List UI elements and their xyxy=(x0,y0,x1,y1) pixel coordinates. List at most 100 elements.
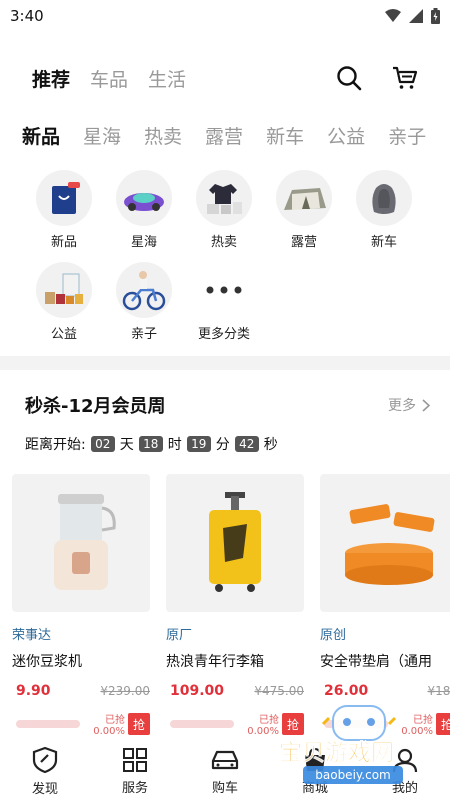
status-time: 3:40 xyxy=(10,7,44,25)
category-tab-new-car[interactable]: 新车 xyxy=(266,122,304,152)
nav-discover[interactable]: 发现 xyxy=(10,746,80,797)
grid-item-new[interactable]: 新品 xyxy=(36,170,92,250)
tent-icon xyxy=(284,188,326,210)
nav-label: 服务 xyxy=(121,780,148,796)
more-dots-icon xyxy=(206,286,242,294)
grid-label: 公益 xyxy=(50,327,77,342)
grab-progress-text: 已抢0.00% xyxy=(93,715,125,737)
flash-sale-title: 秒杀-12月会员周 xyxy=(25,396,166,417)
nav-label: 我的 xyxy=(391,780,418,796)
grid-label: 露营 xyxy=(290,235,317,250)
product-card[interactable]: 原厂 热浪青年行李箱 109.00 ¥475.00 已抢0.00% 抢 xyxy=(166,474,304,744)
countdown-prefix: 距离开始: xyxy=(25,437,86,453)
category-tabs: 新品 星海 热卖 露营 新车 公益 亲子 xyxy=(22,122,450,152)
grid-item-xinghai[interactable]: 星海 xyxy=(116,170,172,250)
nav-mall[interactable]: 商城 xyxy=(280,747,350,796)
chevron-right-icon xyxy=(422,398,430,412)
tab-life[interactable]: 生活 xyxy=(148,65,186,92)
product-brand: 原厂 xyxy=(166,628,193,643)
product-name: 热浪青年行李箱 xyxy=(166,654,264,670)
tab-car-products[interactable]: 车品 xyxy=(90,65,128,92)
shield-icon xyxy=(32,746,58,773)
product-brand: 原创 xyxy=(320,628,347,643)
battery-icon xyxy=(431,8,440,24)
grid-label: 热卖 xyxy=(210,235,237,250)
grab-progress-text: 已抢0.00% xyxy=(247,715,279,737)
product-price: 9.90 xyxy=(16,683,51,699)
grab-progress-text: 已抢0.00% xyxy=(401,715,433,737)
grab-button[interactable]: 抢 xyxy=(128,713,150,735)
car-model-icon xyxy=(124,193,164,211)
user-icon xyxy=(392,748,418,772)
kids-bike-icon xyxy=(122,271,166,311)
mall-icon xyxy=(305,747,325,771)
product-name: 迷你豆浆机 xyxy=(12,654,82,670)
grid-item-family[interactable]: 亲子 xyxy=(116,262,172,342)
grid-label: 亲子 xyxy=(130,327,157,342)
nav-service[interactable]: 服务 xyxy=(100,747,170,796)
product-brand: 荣事达 xyxy=(12,628,52,643)
shopping-bag-icon xyxy=(52,182,80,214)
suitcase-image xyxy=(209,492,261,592)
more-link[interactable]: 更多 xyxy=(388,395,430,415)
product-image xyxy=(166,474,304,612)
car-icon xyxy=(211,750,239,769)
more-label: 更多 xyxy=(388,398,416,414)
nav-label: 购车 xyxy=(211,780,238,796)
tab-recommend[interactable]: 推荐 xyxy=(32,65,70,92)
nav-label: 商城 xyxy=(301,780,328,796)
countdown-hours: 18 xyxy=(138,436,163,452)
category-tab-xinghai[interactable]: 星海 xyxy=(83,122,121,152)
nav-buy-car[interactable]: 购车 xyxy=(190,747,260,796)
bottom-nav: 发现 服务 购车 商城 我的 xyxy=(0,742,450,800)
grid-icon xyxy=(123,747,147,772)
flash-sale-products: 荣事达 迷你豆浆机 9.90 ¥239.00 已抢0.00% 抢 原厂 热浪青年… xyxy=(12,474,450,744)
product-original-price: ¥187 xyxy=(427,684,450,698)
search-icon[interactable] xyxy=(336,65,362,91)
grid-item-more-categories[interactable]: 更多分类 xyxy=(196,262,252,342)
category-tab-hot[interactable]: 热卖 xyxy=(144,122,182,152)
grid-label: 更多分类 xyxy=(197,327,250,342)
nav-label: 发现 xyxy=(31,781,58,797)
grab-progress-bar xyxy=(170,720,234,728)
product-card[interactable]: 原创 安全带垫肩（通用 26.00 ¥187 已抢0.00% 抢 xyxy=(320,474,450,744)
grid-item-camping[interactable]: 露营 xyxy=(276,170,332,250)
countdown-minutes: 19 xyxy=(186,436,211,452)
category-tab-charity[interactable]: 公益 xyxy=(327,122,365,152)
grab-progress-bar xyxy=(324,720,388,728)
shoulder-pad-image xyxy=(345,504,435,585)
top-nav: 推荐 车品 生活 xyxy=(32,60,418,96)
countdown-minutes-unit: 分 xyxy=(215,437,230,453)
product-image xyxy=(320,474,450,612)
flash-sale-header: 秒杀-12月会员周 更多 xyxy=(25,392,430,418)
grid-item-new-car[interactable]: 新车 xyxy=(356,170,412,250)
category-tab-camping[interactable]: 露营 xyxy=(205,122,243,152)
category-grid: 新品 星海 热卖 露营 新车 公益 亲子 更多分类 xyxy=(36,170,436,342)
product-price: 109.00 xyxy=(170,683,225,699)
nav-mine[interactable]: 我的 xyxy=(370,747,440,796)
wifi-icon xyxy=(385,9,401,22)
grid-label: 星海 xyxy=(130,235,157,250)
category-tab-family[interactable]: 亲子 xyxy=(388,122,426,152)
grab-button[interactable]: 抢 xyxy=(282,713,304,735)
grab-progress-bar xyxy=(16,720,80,728)
section-divider xyxy=(0,356,450,370)
cart-icon[interactable] xyxy=(392,65,418,91)
category-tab-new[interactable]: 新品 xyxy=(22,122,60,152)
countdown-days-unit: 天 xyxy=(119,437,134,453)
product-original-price: ¥475.00 xyxy=(254,684,304,698)
grid-item-hot[interactable]: 热卖 xyxy=(196,170,252,250)
status-bar: 3:40 xyxy=(0,0,450,32)
countdown-days: 02 xyxy=(90,436,115,452)
product-image xyxy=(12,474,150,612)
grid-label: 新品 xyxy=(50,235,77,250)
grid-label: 新车 xyxy=(370,235,397,250)
grid-item-charity[interactable]: 公益 xyxy=(36,262,92,342)
product-card[interactable]: 荣事达 迷你豆浆机 9.90 ¥239.00 已抢0.00% 抢 xyxy=(12,474,150,744)
charity-goods-icon xyxy=(45,273,83,304)
soymilk-maker-image xyxy=(54,494,116,590)
grab-button[interactable]: 抢 xyxy=(436,713,450,735)
countdown-seconds: 42 xyxy=(234,436,259,452)
product-price: 26.00 xyxy=(324,683,369,699)
seat-cushion-icon xyxy=(372,184,396,214)
